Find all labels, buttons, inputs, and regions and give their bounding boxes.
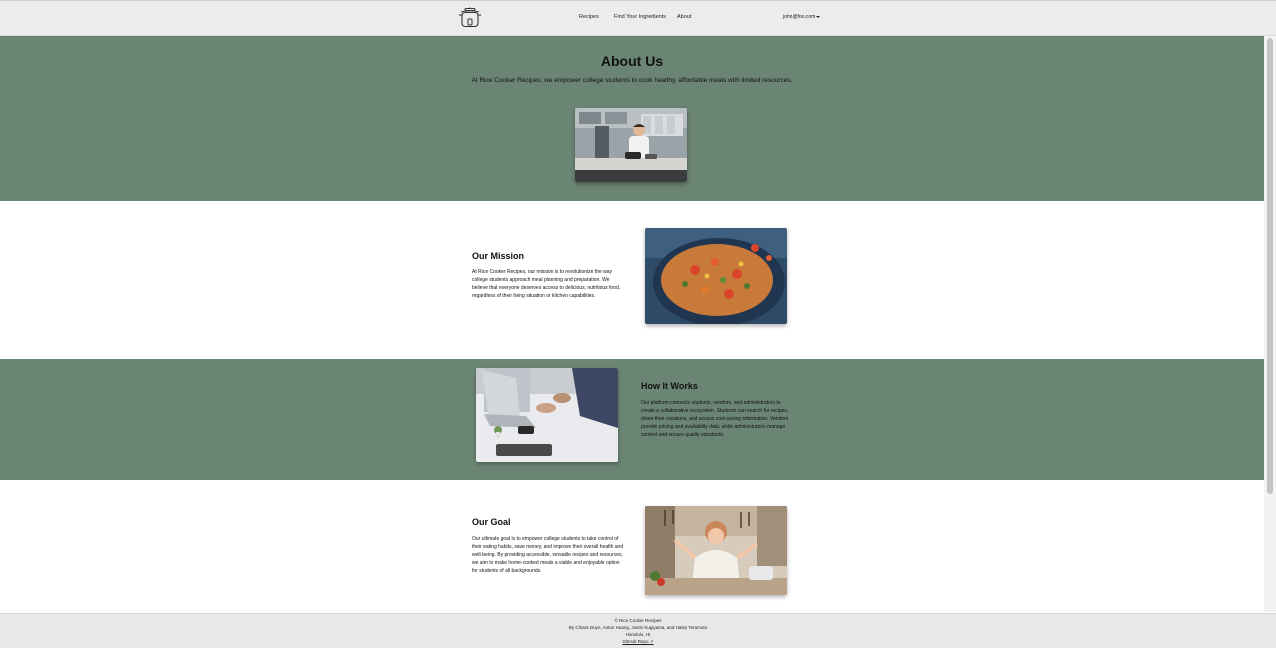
page-title: About Us xyxy=(600,53,664,69)
nav-about-link[interactable]: About xyxy=(677,14,691,20)
footer-copyright: © Rice Cooker Recipes xyxy=(614,618,662,623)
footer-authors: By Chiara Duyn, Anton Huang, Justin Kugi… xyxy=(568,625,708,630)
our-mission-section: Our Mission At Rice Cooker Recipes, our … xyxy=(0,201,1264,359)
mission-body: At Rice Cooker Recipes, our mission is t… xyxy=(472,269,621,300)
nav-find-ingredients-link[interactable]: Find Your Ingredients xyxy=(614,14,666,20)
woman-cooking-happy-photo xyxy=(645,506,787,595)
about-hero-section: About Us At Rice Cooker Recipes, we empo… xyxy=(0,36,1264,201)
hero-subtitle: At Rice Cooker Recipes, we empower colle… xyxy=(471,77,793,84)
footer-location: Honolulu, HI xyxy=(625,632,651,637)
vertical-scrollbar[interactable] xyxy=(1264,36,1276,612)
caret-down-icon xyxy=(816,15,821,18)
nav-recipes-link[interactable]: Recipes xyxy=(579,14,599,20)
how-it-works-body: Our platform connects students, vendors,… xyxy=(641,400,789,439)
user-email: john@foo.com xyxy=(783,14,816,20)
rice-cooker-icon[interactable] xyxy=(458,7,482,29)
scrollbar-thumb[interactable] xyxy=(1267,38,1273,494)
goal-title: Our Goal xyxy=(472,517,511,527)
how-it-works-section: How It Works Our platform connects stude… xyxy=(0,359,1264,480)
footer-repo-line: GitHub Repo ↗ xyxy=(0,639,1276,645)
github-repo-link[interactable]: GitHub Repo ↗ xyxy=(622,639,653,644)
user-menu-dropdown[interactable]: john@foo.com xyxy=(783,14,821,20)
business-meeting-laptop-photo xyxy=(476,368,618,462)
footer: © Rice Cooker Recipes By Chiara Duyn, An… xyxy=(0,613,1276,648)
how-it-works-title: How It Works xyxy=(641,381,698,391)
person-cooking-in-kitchen-photo xyxy=(575,108,687,182)
goal-body: Our ultimate goal is to empower college … xyxy=(472,536,624,575)
mission-title: Our Mission xyxy=(472,251,525,261)
our-goal-section: Our Goal Our ultimate goal is to empower… xyxy=(0,480,1264,613)
vegetable-rice-pan-photo xyxy=(645,228,787,324)
navbar: Recipes Find Your Ingredients About john… xyxy=(0,1,1276,36)
